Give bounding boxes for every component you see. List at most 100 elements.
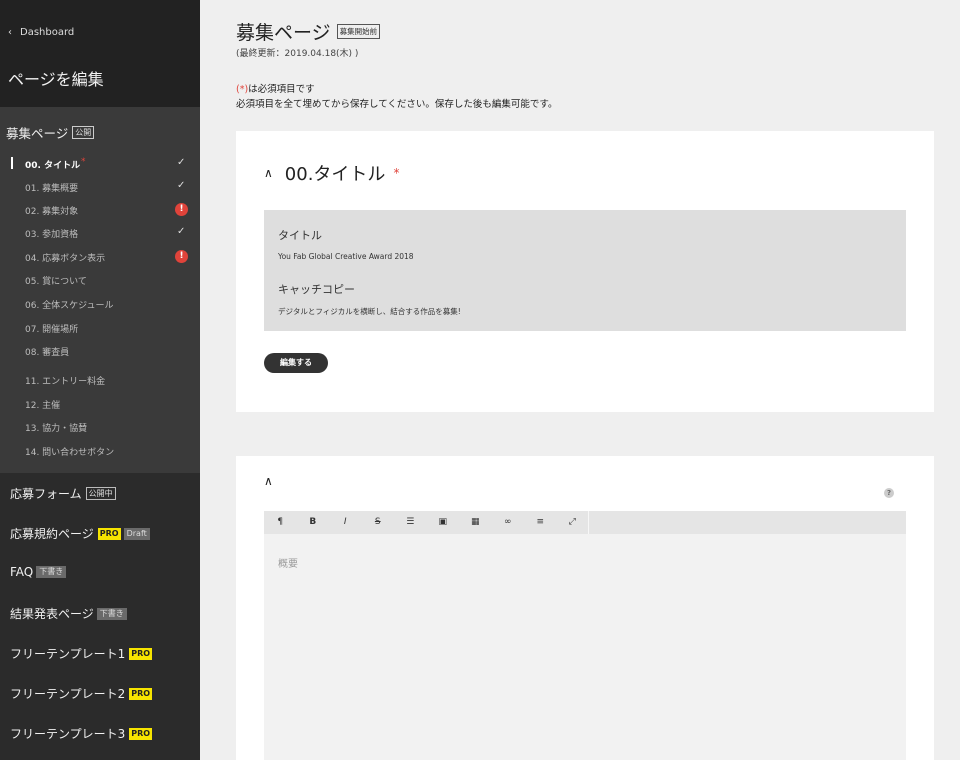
status-badge: 下書き xyxy=(36,566,67,578)
chevron-up-icon[interactable]: ∧ xyxy=(264,166,273,180)
sidebar-page-label: フリーテンプレート1 xyxy=(10,647,126,661)
sidebar-item-label: 04. 応募ボタン表示 xyxy=(25,254,106,264)
sidebar-page-label: フリーテンプレート3 xyxy=(10,727,126,741)
sidebar-page-label: FAQ xyxy=(10,565,34,579)
title-value: You Fab Global Creative Award 2018 xyxy=(278,252,414,261)
sidebar: ‹ Dashboard ページを編集 募集ページ 公開 00. タイトル * ✓ 01.… xyxy=(0,0,200,760)
sidebar-item[interactable]: 00. タイトル * ✓ xyxy=(0,153,200,175)
status-badge: 下書き xyxy=(96,607,127,620)
back-label: Dashboard xyxy=(20,27,75,38)
list-icon[interactable]: ☰ xyxy=(394,511,427,534)
sidebar-page-label: 結果発表ページ xyxy=(10,607,94,621)
sidebar-item-label: 12. 主催 xyxy=(25,401,61,411)
pro-badge: PRO xyxy=(129,647,153,660)
fullscreen-icon[interactable]: ⤢ xyxy=(557,511,589,534)
sidebar-page-label: 応募フォーム xyxy=(10,487,82,501)
editor-toolbar: ¶ B I S ☰ ▣ ▦ ∞ ≡ ⤢ xyxy=(264,511,906,534)
sidebar-page-item[interactable]: 結果発表ページ 下書き xyxy=(10,605,127,622)
link-icon[interactable]: ∞ xyxy=(492,511,525,534)
catchcopy-label: キャッチコピー xyxy=(278,283,355,296)
sidebar-section-recruit: 募集ページ 公開 00. タイトル * ✓ 01. 募集概要 ✓ 02. 募集対象! 03.… xyxy=(0,107,200,473)
check-icon: ✓ xyxy=(177,226,186,237)
sidebar-item[interactable]: 01. 募集概要 ✓ xyxy=(0,176,200,198)
card-heading-text: 00.タイトル xyxy=(284,164,386,185)
check-icon: ✓ xyxy=(177,157,186,168)
sidebar-page-item[interactable]: フリーテンプレート2 PRO xyxy=(10,685,153,702)
required-star: * xyxy=(81,157,86,167)
warning-icon: ! xyxy=(175,250,188,263)
card-heading: ∧ 00.タイトル * xyxy=(264,160,399,186)
paragraph-icon[interactable]: ¶ xyxy=(264,511,297,534)
status-badge: 募集開始前 xyxy=(336,24,381,39)
sidebar-item-label: 02. 募集対象 xyxy=(25,207,79,217)
sidebar-page-item[interactable]: FAQ 下書き xyxy=(10,565,67,579)
catchcopy-value: デジタルとフィジカルを横断し、結合する作品を募集! xyxy=(278,307,461,316)
title-preview: タイトル You Fab Global Creative Award 2018 … xyxy=(264,210,906,331)
status-badge: 公開 xyxy=(72,126,95,139)
status-badge: Draft xyxy=(123,527,150,540)
sidebar-item[interactable]: 02. 募集対象! xyxy=(0,199,200,221)
help-icon[interactable]: ? xyxy=(884,488,894,498)
pro-badge: PRO xyxy=(129,727,153,740)
sidebar-page-item[interactable]: フリーテンプレート1 PRO xyxy=(10,645,153,662)
pro-badge: PRO xyxy=(97,527,121,540)
check-icon: ✓ xyxy=(177,180,186,191)
sidebar-item-label: 00. タイトル xyxy=(25,161,81,171)
save-note: 必須項目を全て埋めてから保存してください。保存した後も編集可能です。 xyxy=(236,99,558,110)
sidebar-item[interactable]: 14. 問い合わせボタン xyxy=(0,440,200,462)
status-badge: 公開中 xyxy=(85,487,116,500)
back-to-dashboard-link[interactable]: ‹ Dashboard xyxy=(8,27,74,38)
sidebar-item-label: 05. 賞について xyxy=(25,277,87,287)
image-icon[interactable]: ▣ xyxy=(427,511,460,534)
sidebar-item[interactable]: 05. 賞について xyxy=(0,269,200,291)
bold-icon[interactable]: B xyxy=(297,511,330,534)
sidebar-page-item[interactable]: フリーテンプレート3 PRO xyxy=(10,725,153,742)
chevron-up-icon[interactable]: ∧ xyxy=(264,474,273,488)
sidebar-item[interactable]: 07. 開催場所 xyxy=(0,317,200,339)
table-icon[interactable]: ▦ xyxy=(459,511,492,534)
page-title-text: 募集ページ xyxy=(236,22,331,44)
sidebar-item-label: 07. 開催場所 xyxy=(25,325,79,335)
sidebar-page-label: フリーテンプレート2 xyxy=(10,687,126,701)
last-updated: (最終更新：2019.04.18(木) ) xyxy=(236,49,359,59)
strikethrough-icon[interactable]: S xyxy=(362,511,395,534)
section-title: 募集ページ xyxy=(6,126,69,141)
sidebar-item-label: 06. 全体スケジュール xyxy=(25,301,114,311)
sidebar-page-item[interactable]: 応募規約ページ PRO Draft xyxy=(10,525,150,542)
title-label: タイトル xyxy=(278,229,322,242)
sidebar-page-label: 応募規約ページ xyxy=(10,527,94,541)
sidebar-item-label: 13. 協力・協賛 xyxy=(25,424,88,434)
sidebar-item-label: 01. 募集概要 xyxy=(25,184,79,194)
sidebar-item-label: 14. 問い合わせボタン xyxy=(25,448,115,458)
required-note: (*)は必須項目です xyxy=(236,81,315,95)
pro-badge: PRO xyxy=(129,687,153,700)
sidebar-item[interactable]: 08. 審査員 xyxy=(0,340,200,362)
sidebar-item[interactable]: 03. 参加資格 ✓ xyxy=(0,222,200,244)
sidebar-item-label: 11. エントリー料金 xyxy=(25,377,106,387)
overview-card: ∧ ? ¶ B I S ☰ ▣ ▦ ∞ ≡ ⤢ 概要 xyxy=(236,456,934,760)
sidebar-item[interactable]: 06. 全体スケジュール xyxy=(0,293,200,315)
required-mark: (*) xyxy=(236,84,249,95)
sidebar-item-label: 03. 参加資格 xyxy=(25,230,79,240)
overview-editor[interactable]: 概要 xyxy=(264,534,906,760)
sidebar-item[interactable]: 13. 協力・協賛 xyxy=(0,416,200,438)
page-title: 募集ページ 募集開始前 xyxy=(236,18,381,45)
sidebar-item-label: 08. 審査員 xyxy=(25,348,70,358)
chevron-left-icon: ‹ xyxy=(8,27,12,38)
align-icon[interactable]: ≡ xyxy=(524,511,557,534)
sidebar-header: ‹ Dashboard ページを編集 xyxy=(0,0,200,107)
italic-icon[interactable]: I xyxy=(329,511,362,534)
sidebar-page-item[interactable]: 応募フォーム 公開中 xyxy=(10,485,116,502)
main-content: 募集ページ 募集開始前 (最終更新：2019.04.18(木) ) (*)は必須… xyxy=(200,0,960,760)
edit-button[interactable]: 編集する xyxy=(264,353,328,373)
sidebar-item[interactable]: 12. 主催 xyxy=(0,393,200,415)
editor-placeholder: 概要 xyxy=(278,559,298,570)
sidebar-item[interactable]: 11. エントリー料金 xyxy=(0,369,200,391)
title-card: ∧ 00.タイトル * タイトル You Fab Global Creative… xyxy=(236,131,934,412)
sidebar-item[interactable]: 04. 応募ボタン表示! xyxy=(0,246,200,268)
sidebar-title: ページを編集 xyxy=(8,70,104,89)
warning-icon: ! xyxy=(175,203,188,216)
required-note-text: は必須項目です xyxy=(248,84,315,95)
required-star: * xyxy=(393,166,400,180)
section-header[interactable]: 募集ページ 公開 xyxy=(6,123,95,142)
